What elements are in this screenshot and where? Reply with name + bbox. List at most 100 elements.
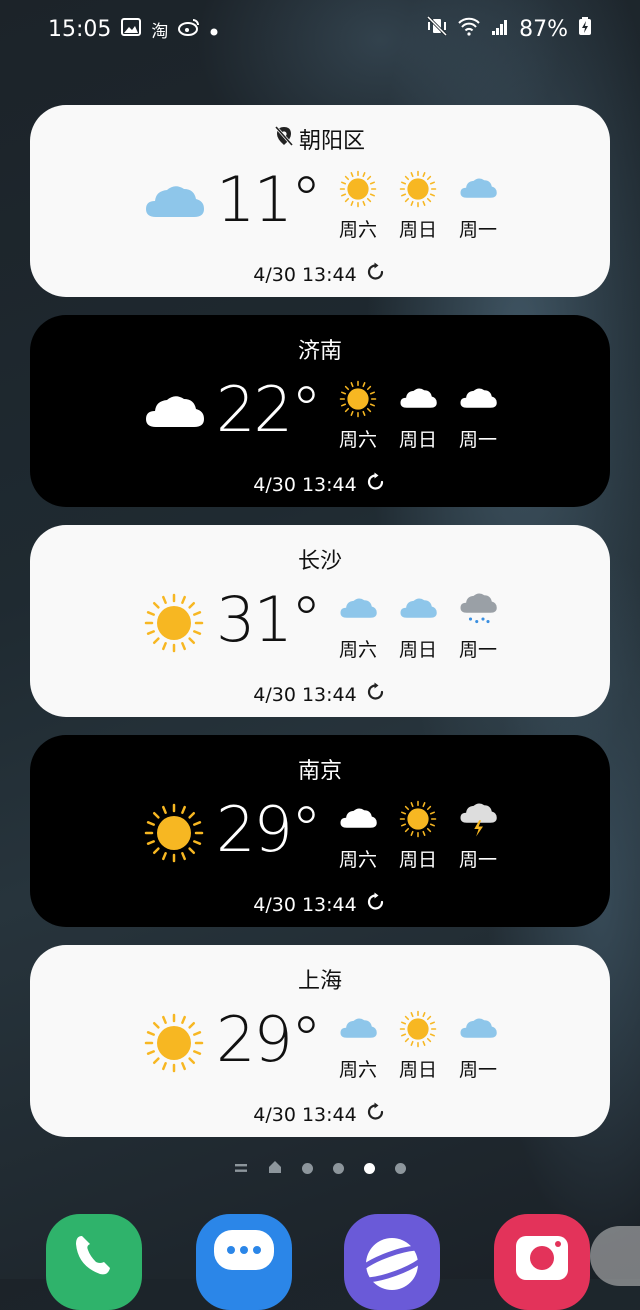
weather-widget[interactable]: 济南 22° 周六 周日 周一 4/30 13:44: [30, 315, 610, 507]
battery-percent: 87%: [519, 16, 568, 42]
location-off-icon: [274, 126, 294, 152]
current-weather-sunny-icon: [142, 1011, 206, 1075]
current-weather-sunny-icon: [142, 591, 206, 655]
status-bar: 15:05 淘 87%: [0, 0, 640, 58]
forecast-day: 周六: [336, 169, 380, 242]
update-time: 4/30 13:44: [253, 1103, 357, 1126]
refresh-icon[interactable]: [365, 681, 387, 708]
home-list-icon[interactable]: [234, 1159, 248, 1178]
internet-app-icon[interactable]: [344, 1214, 440, 1310]
page-dot[interactable]: [302, 1162, 313, 1174]
sunny-icon: [398, 799, 438, 839]
battery-charging-icon: [578, 16, 592, 42]
forecast-day: 周一: [456, 799, 500, 872]
forecast-day-label: 周六: [338, 849, 377, 871]
sunny-icon: [338, 169, 378, 209]
forecast-day-label: 周一: [458, 849, 497, 871]
forecast-day: 周日: [396, 169, 440, 242]
weather-widget[interactable]: 长沙 31° 周六 周日 周一 4/30 13:44: [30, 525, 610, 717]
update-time: 4/30 13:44: [253, 683, 357, 706]
forecast-day-label: 周六: [338, 219, 377, 241]
edge-panel-handle[interactable]: [590, 1226, 640, 1286]
cloudy-icon: [338, 1009, 378, 1049]
phone-app-icon[interactable]: [46, 1214, 142, 1310]
page-dot[interactable]: [333, 1162, 344, 1174]
update-row: 4/30 13:44: [30, 1101, 610, 1128]
update-time: 4/30 13:44: [253, 263, 357, 286]
forecast-day-label: 周六: [338, 639, 377, 661]
refresh-icon[interactable]: [365, 261, 387, 288]
sunny-icon: [338, 379, 378, 419]
wifi-icon: [457, 16, 481, 42]
current-temperature: 22°: [216, 373, 322, 446]
rain-icon: [458, 589, 498, 629]
messages-app-icon[interactable]: [196, 1214, 292, 1310]
forecast-day: 周日: [396, 379, 440, 452]
cloudy-icon: [458, 379, 498, 419]
forecast-day-label: 周一: [458, 219, 497, 241]
weather-widget[interactable]: 南京 29° 周六 周日 周一 4/30 13:44: [30, 735, 610, 927]
sunny-icon: [398, 169, 438, 209]
city-name: 长沙: [297, 549, 342, 574]
camera-app-icon[interactable]: [494, 1214, 590, 1310]
forecast-day-label: 周一: [458, 429, 497, 451]
signal-icon: [491, 17, 509, 42]
current-temperature: 11°: [216, 163, 322, 236]
page-dot[interactable]: [395, 1162, 406, 1174]
sunny-icon: [398, 1009, 438, 1049]
current-weather-cloudy-icon: [142, 171, 206, 235]
app-dock: [0, 1212, 640, 1310]
forecast-day-label: 周一: [458, 639, 497, 661]
city-name: 济南: [297, 339, 342, 364]
taobao-icon: 淘: [151, 21, 169, 42]
cloudy-icon: [338, 799, 378, 839]
refresh-icon[interactable]: [365, 891, 387, 918]
forecast-day-label: 周日: [398, 849, 437, 871]
forecast-day-label: 周日: [398, 639, 437, 661]
forecast-day: 周六: [336, 799, 380, 872]
current-temperature: 31°: [216, 583, 322, 656]
forecast-day-label: 周日: [398, 429, 437, 451]
cloudy-icon: [398, 589, 438, 629]
forecast-day: 周日: [396, 589, 440, 662]
gallery-icon: [121, 17, 142, 42]
forecast-day: 周一: [456, 169, 500, 242]
current-weather-sunny-icon: [142, 801, 206, 865]
refresh-icon[interactable]: [365, 1101, 387, 1128]
forecast-day: 周六: [336, 379, 380, 452]
forecast-day-label: 周日: [398, 219, 437, 241]
weather-widget[interactable]: 上海 29° 周六 周日 周一 4/30 13:44: [30, 945, 610, 1137]
update-time: 4/30 13:44: [253, 893, 357, 916]
forecast-day: 周日: [396, 1009, 440, 1082]
current-weather-cloudy-icon: [142, 381, 206, 445]
city-name: 朝阳区: [30, 123, 610, 155]
cloudy-icon: [458, 1009, 498, 1049]
home-icon[interactable]: [268, 1159, 282, 1178]
clock: 15:05: [48, 16, 112, 42]
update-time: 4/30 13:44: [253, 473, 357, 496]
forecast-day: 周六: [336, 589, 380, 662]
refresh-icon[interactable]: [365, 471, 387, 498]
forecast-day-label: 周一: [458, 1059, 497, 1081]
weather-widget[interactable]: 朝阳区 11° 周六 周日 周一 4/30 13:44: [30, 105, 610, 297]
update-row: 4/30 13:44: [30, 681, 610, 708]
cloudy-icon: [338, 589, 378, 629]
page-indicator[interactable]: [0, 1158, 640, 1178]
forecast-day: 周六: [336, 1009, 380, 1082]
weibo-icon: [178, 17, 200, 42]
city-name: 南京: [297, 759, 342, 784]
forecast-day-label: 周六: [338, 429, 377, 451]
update-row: 4/30 13:44: [30, 471, 610, 498]
city-name: 上海: [297, 969, 342, 994]
forecast-day: 周一: [456, 1009, 500, 1082]
forecast-day-label: 周六: [338, 1059, 377, 1081]
update-row: 4/30 13:44: [30, 891, 610, 918]
page-dot-active[interactable]: [364, 1162, 375, 1174]
forecast-day-label: 周日: [398, 1059, 437, 1081]
forecast-day: 周一: [456, 589, 500, 662]
current-temperature: 29°: [216, 793, 322, 866]
forecast-day: 周一: [456, 379, 500, 452]
mute-vibrate-icon: [427, 15, 448, 42]
update-row: 4/30 13:44: [30, 261, 610, 288]
cloudy-icon: [458, 169, 498, 209]
